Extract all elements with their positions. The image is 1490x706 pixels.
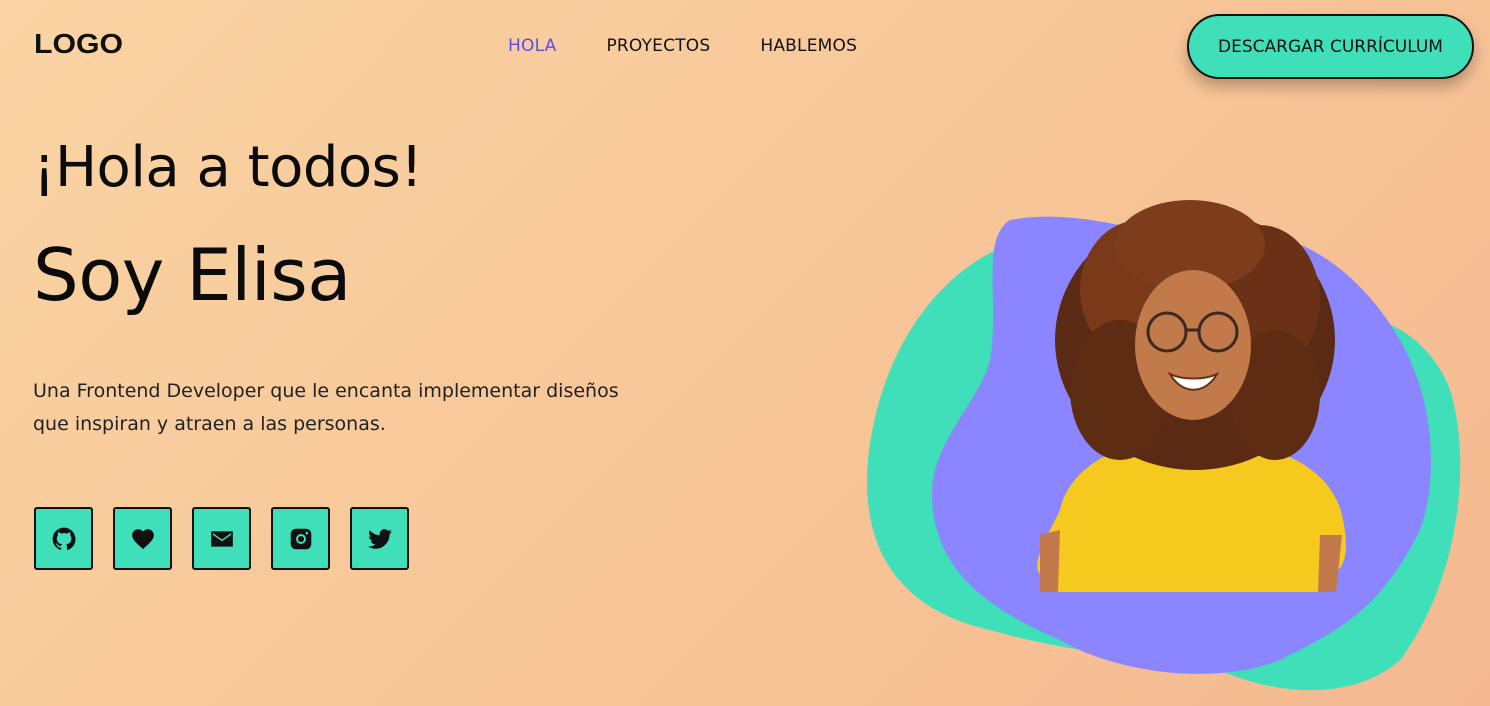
github-link[interactable] [34, 507, 93, 570]
nav-link-proyectos[interactable]: PROYECTOS [606, 36, 710, 56]
heart-icon [131, 528, 154, 549]
instagram-link[interactable] [271, 507, 330, 570]
nav-link-hola[interactable]: HOLA [508, 36, 556, 56]
hero-description: Una Frontend Developer que le encanta im… [33, 380, 619, 435]
hero-name: Soy Elisa [33, 233, 351, 317]
hero-illustration [867, 200, 1461, 691]
twitter-link[interactable] [350, 507, 409, 570]
mail-link[interactable] [192, 507, 251, 570]
download-cv-button[interactable]: DESCARGAR CURRÍCULUM [1187, 14, 1474, 79]
nav-link-hablemos[interactable]: HABLEMOS [760, 36, 857, 56]
instagram-icon [290, 528, 311, 549]
heart-link[interactable] [113, 507, 172, 570]
twitter-icon [367, 528, 392, 549]
social-links [34, 507, 409, 570]
main-nav: HOLA PROYECTOS HABLEMOS [508, 36, 857, 56]
mail-icon [210, 530, 233, 547]
github-icon [52, 527, 75, 550]
hero-greeting: ¡Hola a todos! [33, 135, 423, 200]
logo[interactable]: LOGO [34, 28, 123, 60]
